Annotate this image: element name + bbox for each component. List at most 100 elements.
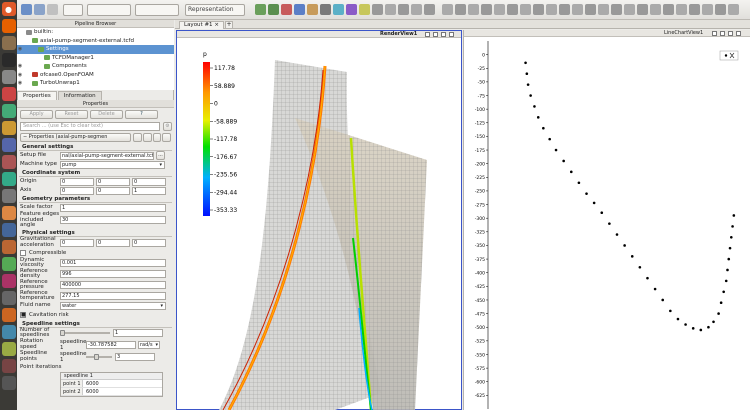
trash-icon[interactable]	[1, 376, 16, 390]
origin-x-input[interactable]: 0	[60, 177, 94, 186]
color-combo[interactable]	[135, 4, 179, 16]
toolbar-icon-40[interactable]	[728, 4, 739, 15]
toolbar-icon-22[interactable]	[494, 4, 505, 15]
axis-y-input[interactable]: 0	[96, 186, 130, 195]
close-view-icon[interactable]	[449, 32, 454, 37]
toolbar-icon-26[interactable]	[546, 4, 557, 15]
pipeline-item[interactable]: ◉ ofcase0.OpenFOAM	[17, 71, 174, 80]
toolbar-icon-35[interactable]	[663, 4, 674, 15]
eye-icon[interactable]: ◉	[17, 45, 23, 54]
toolbar-icon-23[interactable]	[507, 4, 518, 15]
app-icon-12[interactable]	[1, 274, 16, 288]
apply-button[interactable]: Apply	[20, 110, 53, 119]
app-icon-2[interactable]	[1, 104, 16, 118]
grav-z-input[interactable]: 0	[132, 238, 166, 247]
app-icon-17[interactable]	[1, 359, 16, 373]
fluid-name-select[interactable]: water ▾	[60, 302, 166, 310]
split-horizontal-icon[interactable]	[425, 32, 430, 37]
rotation-unit-select[interactable]: rad/s ▾	[138, 340, 160, 349]
table-row[interactable]: point 1 6000	[61, 379, 162, 388]
properties-search-input[interactable]: Search ... (use Esc to clear text)	[20, 122, 160, 131]
chart-legend-box[interactable]	[719, 50, 739, 61]
toolbar-icon-37[interactable]	[689, 4, 700, 15]
pipeline-item[interactable]: axial-pump-segment-external.tcfd	[17, 37, 174, 46]
compressible-checkbox[interactable]	[20, 250, 26, 256]
num-speedlines-slider[interactable]	[60, 330, 110, 336]
toolbar-icon-14[interactable]	[385, 4, 396, 15]
firefox-icon[interactable]	[1, 19, 16, 33]
machine-type-select[interactable]: pump ▾	[60, 160, 165, 169]
toolbar-icon-6[interactable]	[281, 4, 292, 15]
restore-icon[interactable]	[162, 133, 172, 142]
toolbar-icon-33[interactable]	[637, 4, 648, 15]
toolbar-icon-2[interactable]	[34, 4, 45, 15]
ubuntu-dash-icon[interactable]: ●	[1, 2, 16, 16]
table-cell[interactable]: 6000	[83, 380, 99, 387]
toolbar-icon-30[interactable]	[598, 4, 609, 15]
toolbar-icon-10[interactable]	[333, 4, 344, 15]
tab-information[interactable]: Information	[57, 91, 102, 100]
num-speedlines-input[interactable]: 1	[113, 329, 163, 337]
add-layout-button[interactable]: +	[225, 21, 233, 29]
pipeline-item[interactable]: ◉ Components	[17, 62, 174, 71]
toolbar-icon-15[interactable]	[398, 4, 409, 15]
speedline-points-input[interactable]: 3	[115, 352, 155, 361]
toolbar-icon-27[interactable]	[559, 4, 570, 15]
toolbar-icon-19[interactable]	[455, 4, 466, 15]
paste-icon[interactable]	[142, 133, 152, 142]
toolbar-icon-25[interactable]	[533, 4, 544, 15]
line-chart-canvas[interactable]: 0 -25 -50 -75 -100 -125 -150 -175 -200 -225 -250 -2…	[464, 37, 750, 409]
origin-y-input[interactable]: 0	[96, 177, 130, 186]
temperature-input[interactable]: 277.15	[60, 292, 166, 300]
toolbar-icon-32[interactable]	[624, 4, 635, 15]
toolbar-icon-13[interactable]	[372, 4, 383, 15]
app-icon-14[interactable]	[1, 308, 16, 322]
toolbar-icon-39[interactable]	[715, 4, 726, 15]
app-icon-15[interactable]	[1, 325, 16, 339]
split-horizontal-icon[interactable]	[712, 31, 717, 36]
slider-handle[interactable]	[60, 330, 65, 336]
app-icon-16[interactable]	[1, 342, 16, 356]
toolbar-icon-5[interactable]	[268, 4, 279, 15]
app-icon-5[interactable]	[1, 155, 16, 169]
app-icon-6[interactable]	[1, 172, 16, 186]
pipeline-item[interactable]: ◉ TurboUnwrap1	[17, 79, 174, 88]
toolbar-icon-3[interactable]	[47, 4, 58, 15]
toolbar-icon-12[interactable]	[359, 4, 370, 15]
toolbar-icon-16[interactable]	[411, 4, 422, 15]
eye-icon[interactable]: ◉	[17, 79, 23, 88]
app-icon-7[interactable]	[1, 189, 16, 203]
feature-edges-input[interactable]: 30	[60, 216, 166, 225]
pipeline-item[interactable]: TCFDManager1	[17, 54, 174, 63]
toolbar-icon-31[interactable]	[611, 4, 622, 15]
reset-button[interactable]: Reset	[55, 110, 88, 119]
time-combo[interactable]	[63, 4, 83, 16]
grav-x-input[interactable]: 0	[60, 238, 94, 247]
toolbar-icon-21[interactable]	[481, 4, 492, 15]
split-vertical-icon[interactable]	[433, 32, 438, 37]
toolbar-icon-4[interactable]	[255, 4, 266, 15]
app-icon-8[interactable]	[1, 206, 16, 220]
layout-tab[interactable]: Layout #1 ×	[179, 21, 224, 29]
toolbar-icon-18[interactable]	[442, 4, 453, 15]
axis-z-input[interactable]: 1	[132, 186, 166, 195]
save-icon[interactable]	[152, 133, 162, 142]
toolbar-icon-7[interactable]	[294, 4, 305, 15]
app-icon-4[interactable]	[1, 138, 16, 152]
files-icon[interactable]	[1, 36, 16, 50]
toolbar-icon-29[interactable]	[585, 4, 596, 15]
app-icon-13[interactable]	[1, 291, 16, 305]
speedline-points-slider[interactable]	[86, 353, 112, 360]
table-cell[interactable]: 6000	[83, 388, 99, 395]
app-icon-3[interactable]	[1, 121, 16, 135]
app-icon-11[interactable]	[1, 257, 16, 271]
advanced-gear-icon[interactable]: ⚙	[163, 122, 172, 131]
axis-x-input[interactable]: 0	[60, 186, 94, 195]
tab-properties[interactable]: Properties	[17, 91, 57, 100]
toolbar-icon-11[interactable]	[346, 4, 357, 15]
close-icon[interactable]: ×	[214, 22, 219, 28]
eye-icon[interactable]: ◉	[17, 71, 23, 80]
toolbar-icon-36[interactable]	[676, 4, 687, 15]
density-input[interactable]: 996	[60, 270, 166, 278]
eye-icon[interactable]: ◉	[17, 62, 23, 71]
